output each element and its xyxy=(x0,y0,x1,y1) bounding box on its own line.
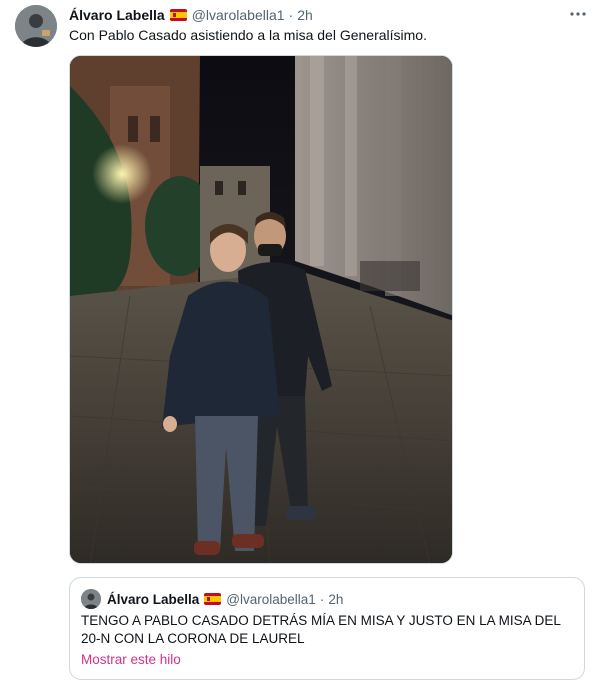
quoted-tweet-timestamp: 2h xyxy=(328,591,344,607)
tweet-timestamp[interactable]: 2h xyxy=(297,7,313,23)
separator-dot: · xyxy=(288,7,294,23)
spain-flag-icon xyxy=(169,9,187,21)
quoted-author-name: Álvaro Labella xyxy=(107,591,200,607)
tweet[interactable]: Álvaro Labella @lvarolabella1 · 2h Con P… xyxy=(0,0,598,683)
author-name[interactable]: Álvaro Labella xyxy=(69,7,165,23)
tweet-header: Álvaro Labella @lvarolabella1 · 2h xyxy=(69,6,313,24)
tweet-photo[interactable] xyxy=(69,55,453,564)
show-thread-link[interactable]: Mostrar este hilo xyxy=(81,652,181,667)
quoted-tweet-header: Álvaro Labella @lvarolabella1 · 2h xyxy=(107,590,343,608)
spain-flag-icon xyxy=(204,593,222,605)
more-options-icon[interactable] xyxy=(568,6,588,22)
author-avatar[interactable] xyxy=(15,5,57,47)
tweet-text: Con Pablo Casado asistiendo a la misa de… xyxy=(69,27,427,43)
separator-dot: · xyxy=(319,591,325,607)
author-handle[interactable]: @lvarolabella1 xyxy=(192,7,285,23)
quoted-author-avatar xyxy=(81,589,101,609)
quoted-tweet[interactable]: Álvaro Labella @lvarolabella1 · 2h TENGO… xyxy=(69,577,585,680)
quoted-author-handle: @lvarolabella1 xyxy=(226,591,316,607)
quoted-tweet-text: TENGO A PABLO CASADO DETRÁS MÍA EN MISA … xyxy=(81,613,561,646)
